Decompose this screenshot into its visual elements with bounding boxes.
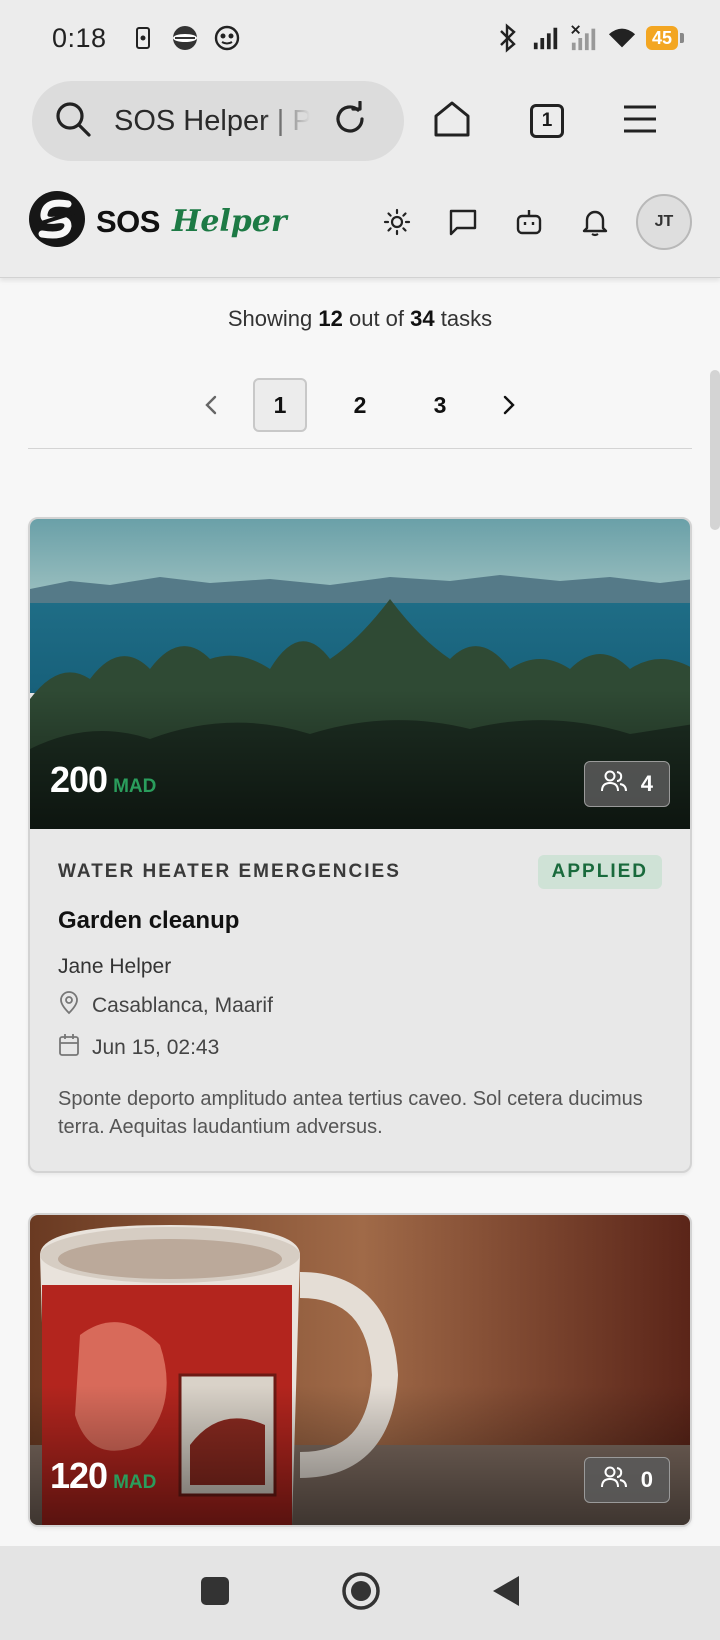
chat-icon[interactable] [446,205,480,239]
browser-toolbar: SOS Helper | Platform 1 [0,76,720,166]
bell-icon[interactable] [578,205,612,239]
chevron-left-icon[interactable] [195,378,227,432]
status-badge: APPLIED [537,855,662,889]
summary-total: 34 [410,306,435,331]
task-category: WATER HEATER EMERGENCIES [58,861,401,882]
date-text: Jun 15, 02:43 [92,1036,220,1059]
bot-icon[interactable] [512,205,546,239]
applicants-count: 4 [640,771,653,796]
recents-icon[interactable] [199,1575,231,1612]
tabs-button[interactable]: 1 [530,104,564,138]
logo-accent: Helper [171,204,287,239]
applicants-badge: 0 [583,1457,670,1503]
logo[interactable]: SOS Helper [28,190,287,253]
back-icon[interactable] [491,1574,521,1613]
price-amount: 120 [50,1455,108,1496]
task-card[interactable]: 200 MAD 4 WATER HEATER EMERGENCIES APPLI… [28,517,692,1173]
price-currency: MAD [113,1472,157,1493]
app-notification-icon [171,24,199,52]
task-description: Sponte deporto amplitudo antea tertius c… [58,1088,643,1138]
page-2[interactable]: 2 [333,378,387,432]
status-bar: 0:18 45 [0,0,720,76]
task-image: 120 MAD 0 [30,1215,690,1525]
task-list: Showing 12 out of 34 tasks 1 2 3 200 MAD… [0,278,720,1546]
location-text: Casablanca, Maarif [92,994,273,1017]
home-icon[interactable] [432,100,472,143]
location-icon [58,991,80,1021]
bluetooth-icon [494,23,522,53]
task-date: Jun 15, 02:43 [58,1033,662,1063]
address-bar[interactable]: SOS Helper | Platform [32,81,404,161]
summary-out-of: out of [348,306,405,331]
header-actions [380,205,612,239]
signal-off-icon [570,24,598,52]
applicants-badge: 4 [583,761,670,807]
status-right: 45 [494,23,685,53]
home-button-icon[interactable] [341,1571,381,1616]
menu-icon[interactable] [622,103,658,140]
applicants-count: 0 [640,1467,653,1492]
pagination: 1 2 3 [0,378,720,432]
battery-indicator: 45 [645,26,685,50]
task-location: Casablanca, Maarif [58,991,662,1021]
signal-icon [532,24,560,52]
task-card-body: WATER HEATER EMERGENCIES APPLIED Garden … [30,829,690,1171]
divider [28,448,692,449]
status-time: 0:18 [52,22,107,53]
browser-buttons: 1 [432,100,658,143]
system-nav-bar [0,1546,720,1640]
price: 200 MAD [50,759,156,801]
url-text[interactable]: SOS Helper | Platform [114,105,310,138]
chevron-right-icon[interactable] [493,378,525,432]
price-amount: 200 [50,759,108,800]
wifi-icon [608,24,636,52]
calendar-icon [58,1033,80,1063]
people-icon [600,770,627,798]
price: 120 MAD [50,1455,156,1497]
page-1[interactable]: 1 [253,378,307,432]
logo-mark-icon [28,190,86,253]
task-image: 200 MAD 4 [30,519,690,829]
logo-text: SOS [96,203,160,239]
summary-shown: 12 [318,306,343,331]
category-row: WATER HEATER EMERGENCIES APPLIED [58,855,662,889]
reload-icon[interactable] [332,99,368,142]
sun-icon[interactable] [380,205,414,239]
avatar[interactable]: JT [636,193,692,250]
task-title[interactable]: Garden cleanup [58,907,662,935]
task-card[interactable]: 120 MAD 0 [28,1213,692,1527]
task-helper: Jane Helper [58,955,172,978]
sim-icon [129,24,157,52]
summary-prefix: Showing [227,306,313,331]
page-scrollbar[interactable] [710,370,720,530]
results-summary: Showing 12 out of 34 tasks [0,306,720,332]
status-left: 0:18 [52,23,241,54]
app-header: SOS Helper JT [0,166,720,278]
price-currency: MAD [113,776,157,797]
page-3[interactable]: 3 [413,378,467,432]
summary-suffix: tasks [440,306,493,331]
face-notification-icon [213,24,241,52]
search-icon [54,100,92,143]
people-icon [600,1466,627,1494]
